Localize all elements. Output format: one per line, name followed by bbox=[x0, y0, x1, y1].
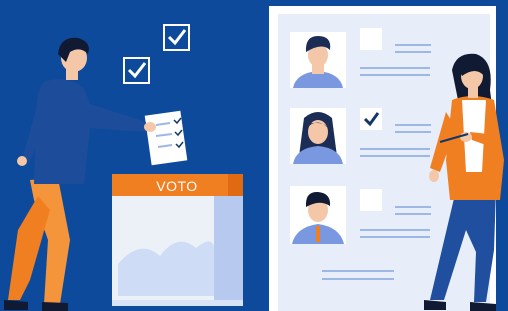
candidate-1-checkbox bbox=[360, 28, 382, 50]
ballot-paper-icon bbox=[144, 110, 188, 166]
candidate-2-checkbox bbox=[360, 108, 382, 130]
election-illustration bbox=[0, 0, 508, 311]
ballot-box-label: VOTO bbox=[156, 178, 198, 194]
candidate-3-checkbox bbox=[360, 189, 382, 211]
